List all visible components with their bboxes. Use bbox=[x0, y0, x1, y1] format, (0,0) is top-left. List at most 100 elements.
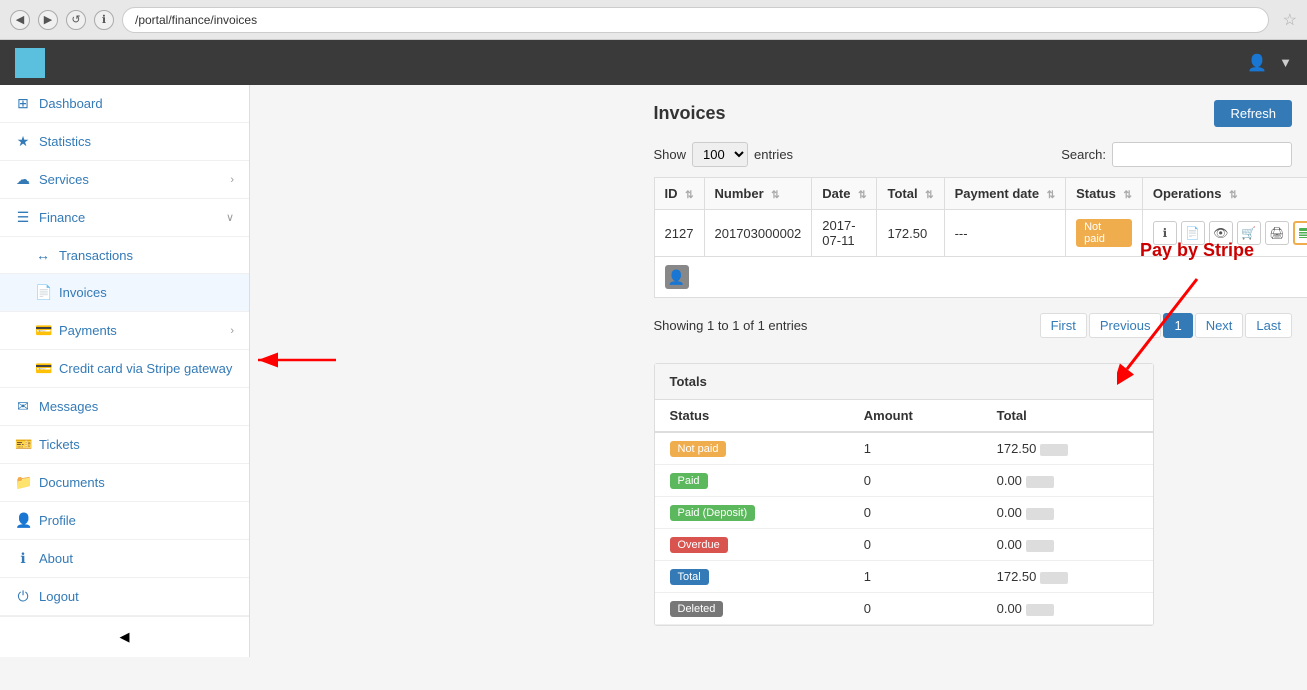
totals-status-paid: Paid bbox=[655, 465, 849, 497]
previous-page-button[interactable]: Previous bbox=[1089, 313, 1162, 338]
cell-number: 201703000002 bbox=[704, 210, 812, 257]
totals-panel: Totals Status Amount Total Not paid bbox=[654, 363, 1154, 626]
cell-total: 172.50 bbox=[877, 210, 944, 257]
totals-amount-not-paid: 1 bbox=[849, 432, 982, 465]
refresh-button[interactable]: Refresh bbox=[1214, 100, 1292, 127]
cell-operations: ℹ 📄 👁 🛒 🖨 bbox=[1142, 210, 1307, 257]
top-header: 👤 ▼ bbox=[0, 40, 1307, 85]
finance-chevron-icon: ∨ bbox=[226, 211, 234, 224]
totals-amount-paid: 0 bbox=[849, 465, 982, 497]
totals-row-paid: Paid 0 0.00 bbox=[655, 465, 1153, 497]
sidebar-item-tickets[interactable]: 🎫 Tickets bbox=[0, 426, 249, 464]
totals-total-overdue: 0.00 bbox=[982, 529, 1153, 561]
search-box: Search: bbox=[1061, 142, 1292, 167]
payment-date-sort-icon[interactable]: ⇅ bbox=[1047, 190, 1055, 201]
sidebar-label-about: About bbox=[39, 551, 73, 566]
pdf-op-button[interactable]: 📄 bbox=[1181, 221, 1205, 245]
id-sort-icon[interactable]: ⇅ bbox=[685, 190, 693, 201]
avatar-cell: 👤 bbox=[654, 257, 1307, 298]
profile-icon: 👤 bbox=[15, 512, 31, 529]
status-sort-icon[interactable]: ⇅ bbox=[1123, 190, 1131, 201]
total-sort-icon[interactable]: ⇅ bbox=[925, 190, 933, 201]
services-chevron-icon: › bbox=[230, 174, 234, 186]
overdue-badge: Overdue bbox=[670, 537, 728, 553]
sidebar-item-documents[interactable]: 📁 Documents bbox=[0, 464, 249, 502]
sidebar-item-statistics[interactable]: ★ Statistics bbox=[0, 123, 249, 161]
number-sort-icon[interactable]: ⇅ bbox=[771, 190, 779, 201]
col-id: ID ⇅ bbox=[654, 178, 704, 210]
not-paid-bar bbox=[1040, 444, 1068, 456]
tickets-icon: 🎫 bbox=[15, 436, 31, 453]
sidebar-item-about[interactable]: ℹ About bbox=[0, 540, 249, 578]
refresh-button[interactable]: ↺ bbox=[66, 10, 86, 30]
sidebar-item-credit-card[interactable]: 💳 Credit card via Stripe gateway bbox=[0, 350, 249, 388]
page-header: Invoices Refresh bbox=[654, 100, 1293, 127]
paid-deposit-badge: Paid (Deposit) bbox=[670, 505, 756, 521]
next-page-button[interactable]: Next bbox=[1195, 313, 1244, 338]
totals-row-paid-deposit: Paid (Deposit) 0 0.00 bbox=[655, 497, 1153, 529]
cell-date: 2017-07-11 bbox=[812, 210, 877, 257]
info-button[interactable]: ℹ bbox=[94, 10, 114, 30]
col-number: Number ⇅ bbox=[704, 178, 812, 210]
sidebar-label-credit-card: Credit card via Stripe gateway bbox=[59, 361, 232, 376]
totals-total-total: 172.50 bbox=[982, 561, 1153, 593]
last-page-button[interactable]: Last bbox=[1245, 313, 1292, 338]
entries-select[interactable]: 100 10 25 50 bbox=[692, 142, 748, 167]
print-op-button[interactable]: 🖨 bbox=[1265, 221, 1289, 245]
sidebar-label-logout: Logout bbox=[39, 589, 79, 604]
sidebar-label-invoices: Invoices bbox=[59, 285, 107, 300]
sidebar-item-logout[interactable]: ⏻ Logout bbox=[0, 578, 249, 616]
sidebar-item-finance[interactable]: ☰ Finance ∨ bbox=[0, 199, 249, 237]
entries-label: entries bbox=[754, 147, 793, 162]
totals-amount-deleted: 0 bbox=[849, 593, 982, 625]
showing-text: Showing 1 to 1 of 1 entries bbox=[654, 318, 808, 333]
totals-total-not-paid: 172.50 bbox=[982, 432, 1153, 465]
totals-amount-total: 1 bbox=[849, 561, 982, 593]
bookmark-icon[interactable]: ☆ bbox=[1283, 10, 1297, 30]
date-sort-icon[interactable]: ⇅ bbox=[858, 190, 866, 201]
forward-button[interactable]: ▶ bbox=[38, 10, 58, 30]
back-button[interactable]: ◀ bbox=[10, 10, 30, 30]
totals-status-overdue: Overdue bbox=[655, 529, 849, 561]
sidebar-label-tickets: Tickets bbox=[39, 437, 80, 452]
page-1-button[interactable]: 1 bbox=[1163, 313, 1192, 338]
paid-deposit-bar bbox=[1026, 508, 1054, 520]
totals-status-paid-deposit: Paid (Deposit) bbox=[655, 497, 849, 529]
search-label: Search: bbox=[1061, 147, 1106, 162]
sidebar-label-payments: Payments bbox=[59, 323, 117, 338]
app-container: 👤 ▼ ⊞ Dashboard ★ Statistics bbox=[0, 40, 1307, 690]
sidebar-item-dashboard[interactable]: ⊞ Dashboard bbox=[0, 85, 249, 123]
sidebar-label-documents: Documents bbox=[39, 475, 105, 490]
search-input[interactable] bbox=[1112, 142, 1292, 167]
deleted-badge: Deleted bbox=[670, 601, 724, 617]
collapse-icon: ◀ bbox=[120, 629, 130, 645]
sidebar-item-messages[interactable]: ✉ Messages bbox=[0, 388, 249, 426]
info-op-button[interactable]: ℹ bbox=[1153, 221, 1177, 245]
sidebar-item-profile[interactable]: 👤 Profile bbox=[0, 502, 249, 540]
table-controls: Show 100 10 25 50 entries Search: bbox=[654, 142, 1293, 167]
sidebar-collapse-button[interactable]: ◀ bbox=[0, 616, 249, 657]
messages-icon: ✉ bbox=[15, 398, 31, 415]
finance-icon: ☰ bbox=[15, 209, 31, 226]
sidebar-item-invoices[interactable]: 📄 Invoices bbox=[0, 274, 249, 312]
totals-col-status: Status bbox=[655, 400, 849, 432]
sidebar-item-transactions[interactable]: ↔ Transactions bbox=[0, 237, 249, 274]
totals-col-total: Total bbox=[982, 400, 1153, 432]
totals-total-paid-deposit: 0.00 bbox=[982, 497, 1153, 529]
cart-op-button[interactable]: 🛒 bbox=[1237, 221, 1261, 245]
user-area[interactable]: 👤 ▼ bbox=[1247, 53, 1292, 73]
col-date: Date ⇅ bbox=[812, 178, 877, 210]
url-bar[interactable]: /portal/finance/invoices bbox=[122, 7, 1269, 33]
pagination: First Previous 1 Next Last bbox=[1040, 313, 1292, 338]
dashboard-icon: ⊞ bbox=[15, 95, 31, 112]
browser-bar: ◀ ▶ ↺ ℹ /portal/finance/invoices ☆ bbox=[0, 0, 1307, 40]
invoices-icon: 📄 bbox=[35, 284, 51, 301]
operations-sort-icon[interactable]: ⇅ bbox=[1229, 190, 1237, 201]
user-dropdown-arrow[interactable]: ▼ bbox=[1279, 55, 1292, 70]
first-page-button[interactable]: First bbox=[1040, 313, 1087, 338]
services-icon: ☁ bbox=[15, 171, 31, 188]
sidebar-item-services[interactable]: ☁ Services › bbox=[0, 161, 249, 199]
view-op-button[interactable]: 👁 bbox=[1209, 221, 1233, 245]
stripe-op-button[interactable] bbox=[1293, 221, 1307, 245]
sidebar-item-payments[interactable]: 💳 Payments › bbox=[0, 312, 249, 350]
